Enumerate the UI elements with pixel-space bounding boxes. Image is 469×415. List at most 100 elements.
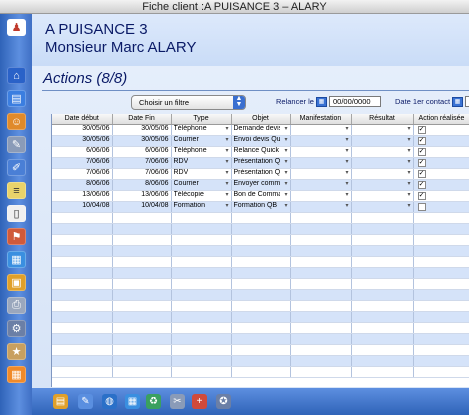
- empty-cell[interactable]: [413, 311, 469, 323]
- empty-cell[interactable]: [171, 344, 232, 356]
- start-date-cell[interactable]: 13/06/06: [52, 190, 113, 202]
- done-checkbox[interactable]: ✓: [417, 169, 426, 178]
- empty-cell[interactable]: [351, 245, 414, 257]
- empty-cell[interactable]: [351, 256, 414, 268]
- type-cell[interactable]: Téléphone ▾: [171, 146, 232, 158]
- empty-cell[interactable]: [112, 300, 172, 312]
- list-icon[interactable]: ▤: [7, 90, 26, 107]
- empty-cell[interactable]: [290, 223, 352, 235]
- empty-cell[interactable]: [231, 223, 291, 235]
- done-checkbox[interactable]: ✓: [417, 158, 426, 167]
- table-row[interactable]: 8/06/06 8/06/06 Courrier ▾ Envoyer comm: ▾ ▾ ▾ ✓: [52, 179, 469, 191]
- table-row[interactable]: 7/06/06 7/06/06 RDV ▾ Présentation Qu ▾ ▾ ▾ ✓: [52, 157, 469, 169]
- dropdown-arrow-icon[interactable]: ▾: [284, 191, 287, 198]
- result-cell[interactable]: ▾: [351, 168, 414, 180]
- empty-cell[interactable]: [52, 311, 113, 323]
- column-header[interactable]: Action réalisée: [413, 114, 469, 125]
- empty-cell[interactable]: [290, 289, 352, 301]
- done-checkbox[interactable]: ✓: [417, 191, 426, 200]
- empty-cell[interactable]: [112, 333, 172, 345]
- empty-table-row[interactable]: [52, 289, 469, 301]
- empty-cell[interactable]: [231, 366, 291, 378]
- dropdown-arrow-icon[interactable]: ▾: [225, 180, 228, 187]
- empty-cell[interactable]: [231, 344, 291, 356]
- dropdown-arrow-icon[interactable]: ▾: [345, 169, 348, 176]
- result-cell[interactable]: ▾: [351, 135, 414, 147]
- empty-cell[interactable]: [231, 311, 291, 323]
- print-icon[interactable]: ⎙: [7, 297, 26, 314]
- empty-cell[interactable]: [231, 300, 291, 312]
- empty-cell[interactable]: [290, 245, 352, 257]
- empty-cell[interactable]: [171, 355, 232, 367]
- edit-icon[interactable]: ✐: [7, 159, 26, 176]
- manifestation-cell[interactable]: ▾: [290, 201, 352, 213]
- empty-table-row[interactable]: [52, 333, 469, 345]
- manifestation-cell[interactable]: ▾: [290, 135, 352, 147]
- type-cell[interactable]: Courrier ▾: [171, 179, 232, 191]
- end-date-cell[interactable]: 7/06/06: [112, 157, 172, 169]
- empty-cell[interactable]: [351, 333, 414, 345]
- manifestation-cell[interactable]: ▾: [290, 179, 352, 191]
- column-header[interactable]: Date début: [52, 114, 113, 125]
- empty-cell[interactable]: [413, 223, 469, 235]
- empty-cell[interactable]: [290, 366, 352, 378]
- empty-cell[interactable]: [351, 355, 414, 367]
- empty-cell[interactable]: [351, 223, 414, 235]
- table-row[interactable]: 7/06/06 7/06/06 RDV ▾ Présentation Qu ▾ ▾ ▾ ✓: [52, 168, 469, 180]
- save-icon[interactable]: ▤: [53, 394, 68, 409]
- result-cell[interactable]: ▾: [351, 146, 414, 158]
- empty-cell[interactable]: [290, 344, 352, 356]
- start-date-cell[interactable]: 7/06/06: [52, 168, 113, 180]
- done-checkbox[interactable]: ✓: [417, 136, 426, 145]
- column-header[interactable]: Type: [171, 114, 232, 125]
- dropdown-arrow-icon[interactable]: ▾: [284, 180, 287, 187]
- empty-cell[interactable]: [351, 234, 414, 246]
- empty-cell[interactable]: [413, 366, 469, 378]
- object-cell[interactable]: Présentation Qu ▾: [231, 168, 291, 180]
- empty-cell[interactable]: [351, 212, 414, 224]
- end-date-cell[interactable]: 8/06/06: [112, 179, 172, 191]
- result-cell[interactable]: ▾: [351, 190, 414, 202]
- empty-cell[interactable]: [290, 311, 352, 323]
- empty-table-row[interactable]: [52, 344, 469, 356]
- dropdown-arrow-icon[interactable]: ▾: [225, 202, 228, 209]
- empty-table-row[interactable]: [52, 278, 469, 290]
- dropdown-arrow-icon[interactable]: ▾: [345, 202, 348, 209]
- empty-table-row[interactable]: [52, 355, 469, 367]
- empty-cell[interactable]: [413, 256, 469, 268]
- empty-cell[interactable]: [351, 322, 414, 334]
- object-cell[interactable]: Présentation Qu ▾: [231, 157, 291, 169]
- type-cell[interactable]: Télécopie ▾: [171, 190, 232, 202]
- dropdown-arrow-icon[interactable]: ▾: [284, 202, 287, 209]
- type-cell[interactable]: Courrier ▾: [171, 135, 232, 147]
- empty-cell[interactable]: [413, 234, 469, 246]
- type-cell[interactable]: Formation ▾: [171, 201, 232, 213]
- empty-cell[interactable]: [112, 355, 172, 367]
- empty-cell[interactable]: [112, 289, 172, 301]
- compass-icon[interactable]: ✪: [216, 394, 231, 409]
- empty-cell[interactable]: [112, 322, 172, 334]
- dropdown-arrow-icon[interactable]: ▾: [225, 136, 228, 143]
- dropdown-arrow-icon[interactable]: ▾: [225, 125, 228, 132]
- empty-table-row[interactable]: [52, 267, 469, 279]
- empty-cell[interactable]: [52, 344, 113, 356]
- dropdown-arrow-icon[interactable]: ▾: [345, 147, 348, 154]
- empty-cell[interactable]: [171, 267, 232, 279]
- table-row[interactable]: 30/05/06 30/05/06 Courrier ▾ Envoi devis Qui…: [52, 135, 469, 147]
- empty-cell[interactable]: [351, 344, 414, 356]
- object-cell[interactable]: Envoyer comm: ▾: [231, 179, 291, 191]
- empty-cell[interactable]: [52, 300, 113, 312]
- empty-cell[interactable]: [52, 322, 113, 334]
- empty-cell[interactable]: [413, 212, 469, 224]
- dropdown-arrow-icon[interactable]: ▾: [284, 169, 287, 176]
- dropdown-arrow-icon[interactable]: ▾: [407, 136, 410, 143]
- dropdown-arrow-icon[interactable]: ▾: [407, 169, 410, 176]
- edit-icon[interactable]: ✎: [78, 394, 93, 409]
- empty-cell[interactable]: [290, 333, 352, 345]
- tools-icon[interactable]: ✂: [170, 394, 185, 409]
- empty-cell[interactable]: [413, 322, 469, 334]
- start-date-cell[interactable]: 6/06/06: [52, 146, 113, 158]
- empty-cell[interactable]: [231, 278, 291, 290]
- empty-cell[interactable]: [231, 212, 291, 224]
- empty-cell[interactable]: [171, 245, 232, 257]
